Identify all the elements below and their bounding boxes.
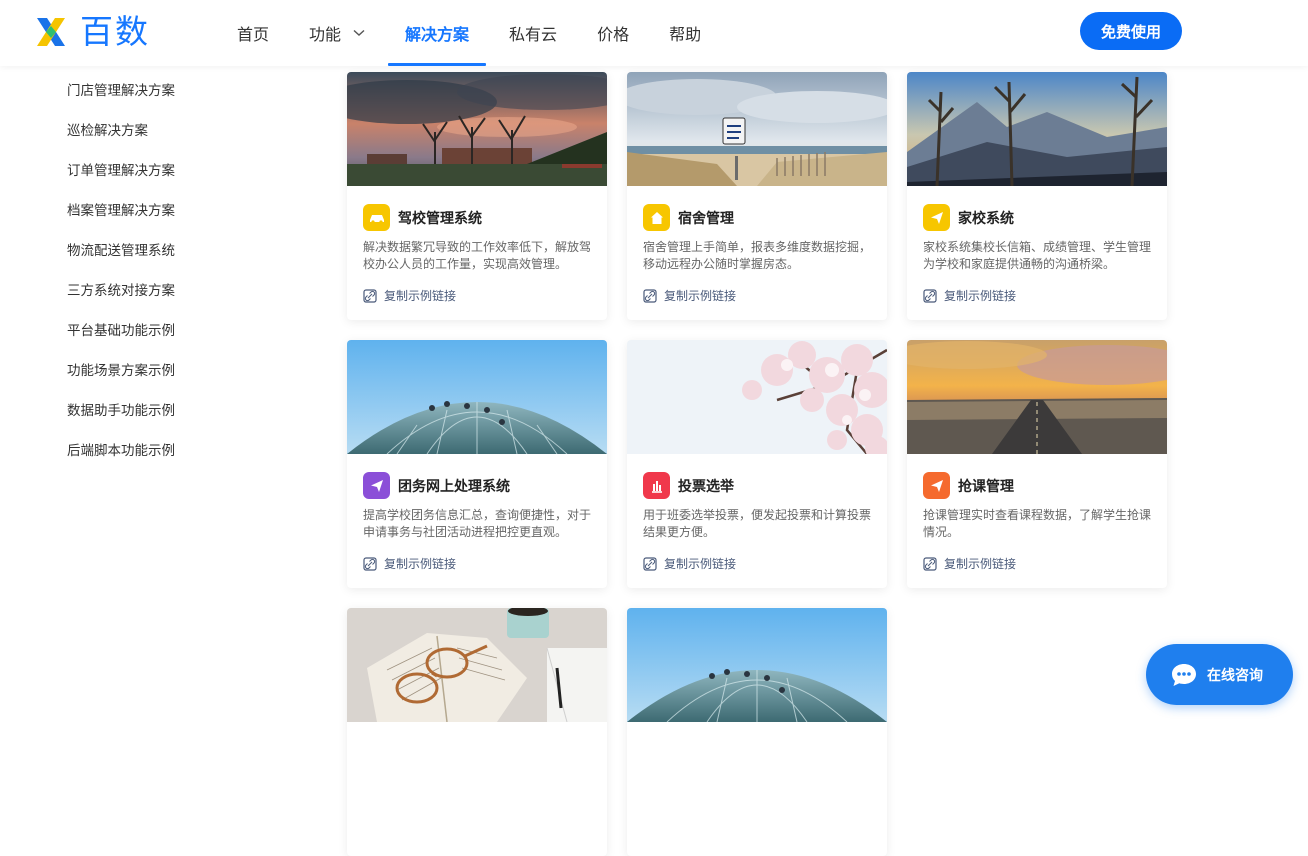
car-icon <box>363 204 390 231</box>
card-description: 家校系统集校长信箱、成绩管理、学生管理为学校和家庭提供通畅的沟通桥梁。 <box>923 240 1152 271</box>
card-image-book-glasses <box>347 608 607 722</box>
nav-pricing-label: 价格 <box>597 25 630 44</box>
solution-card[interactable]: 家校系统 家校系统集校长信箱、成绩管理、学生管理为学校和家庭提供通畅的沟通桥梁。… <box>907 72 1167 320</box>
card-title: 驾校管理系统 <box>398 210 482 227</box>
nav-solutions-label: 解决方案 <box>405 25 470 44</box>
card-description: 解决数据繁冗导致的工作效率低下，解放驾校办公人员的工作量，实现高效管理。 <box>363 240 592 271</box>
main-nav: 首页 功能 解决方案 私有云 价格 帮助 <box>220 0 724 66</box>
sidebar-item-platform-basics[interactable]: 平台基础功能示例 <box>67 321 175 341</box>
link-icon <box>643 556 657 571</box>
link-icon <box>923 288 937 303</box>
copy-link-label: 复制示例链接 <box>384 289 457 303</box>
solution-card[interactable] <box>347 608 607 856</box>
solution-card[interactable]: 宿舍管理 宿舍管理上手简单，报表多维度数据挖掘，移动远程办公随时掌握房态。 复制… <box>627 72 887 320</box>
sidebar-item-scenarios[interactable]: 功能场景方案示例 <box>67 361 175 381</box>
link-icon <box>363 556 377 571</box>
card-image-beach-sign <box>627 72 887 186</box>
copy-link-label: 复制示例链接 <box>944 289 1017 303</box>
logo[interactable]: 百数 <box>34 14 150 50</box>
logo-text: 百数 <box>80 12 150 51</box>
card-title-row: 家校系统 <box>923 204 1014 231</box>
nav-help-label: 帮助 <box>669 25 702 44</box>
solution-card[interactable]: 团务网上处理系统 提高学校团务信息汇总，查询便捷性，对于申请事务与社团活动进程把… <box>347 340 607 588</box>
card-description: 用于班委选举投票，便发起投票和计算投票结果更方便。 <box>643 508 872 539</box>
copy-link-button[interactable]: 复制示例链接 <box>363 287 456 304</box>
card-title-row: 投票选举 <box>643 472 734 499</box>
chevron-down-icon <box>353 29 365 36</box>
online-consult-button[interactable]: 在线咨询 <box>1146 644 1293 705</box>
card-description: 提高学校团务信息汇总，查询便捷性，对于申请事务与社团活动进程把控更直观。 <box>363 508 592 539</box>
solution-card[interactable]: 投票选举 用于班委选举投票，便发起投票和计算投票结果更方便。 复制示例链接 <box>627 340 887 588</box>
copy-link-label: 复制示例链接 <box>664 289 737 303</box>
card-image-mountain-trees <box>907 72 1167 186</box>
solutions-sidebar: 门店管理解决方案 巡检解决方案 订单管理解决方案 档案管理解决方案 物流配送管理… <box>0 66 300 725</box>
copy-link-button[interactable]: 复制示例链接 <box>363 555 456 572</box>
card-image-glass-dome <box>347 340 607 454</box>
card-title-row: 宿舍管理 <box>643 204 734 231</box>
consult-label: 在线咨询 <box>1207 667 1263 684</box>
sidebar-item-archives[interactable]: 档案管理解决方案 <box>67 201 175 221</box>
card-title: 抢课管理 <box>958 478 1014 495</box>
copy-link-label: 复制示例链接 <box>944 557 1017 571</box>
nav-features[interactable]: 功能 <box>292 0 382 66</box>
bar-chart-icon <box>643 472 670 499</box>
logo-icon <box>37 18 65 46</box>
nav-private-cloud-label: 私有云 <box>509 25 558 44</box>
copy-link-button[interactable]: 复制示例链接 <box>643 287 736 304</box>
card-image-cherry-blossom <box>627 340 887 454</box>
copy-link-button[interactable]: 复制示例链接 <box>923 287 1016 304</box>
copy-link-label: 复制示例链接 <box>664 557 737 571</box>
nav-home-label: 首页 <box>237 25 270 44</box>
card-title-row: 驾校管理系统 <box>363 204 482 231</box>
send-icon <box>923 204 950 231</box>
sidebar-item-inspection[interactable]: 巡检解决方案 <box>67 121 148 141</box>
nav-solutions[interactable]: 解决方案 <box>388 0 487 66</box>
link-icon <box>923 556 937 571</box>
sidebar-item-store[interactable]: 门店管理解决方案 <box>67 81 175 101</box>
card-title: 宿舍管理 <box>678 210 734 227</box>
solution-card[interactable]: 抢课管理 抢课管理实时查看课程数据，了解学生抢课情况。 复制示例链接 <box>907 340 1167 588</box>
send-icon <box>363 472 390 499</box>
sidebar-item-backend-script[interactable]: 后端脚本功能示例 <box>67 441 175 461</box>
card-image-glass-dome <box>627 608 887 722</box>
card-title-row: 团务网上处理系统 <box>363 472 510 499</box>
card-title-row: 抢课管理 <box>923 472 1014 499</box>
card-title: 团务网上处理系统 <box>398 478 510 495</box>
link-icon <box>363 288 377 303</box>
nav-home[interactable]: 首页 <box>220 0 286 66</box>
card-image-stormy-farm <box>347 72 607 186</box>
solution-card[interactable]: 驾校管理系统 解决数据繁冗导致的工作效率低下，解放驾校办公人员的工作量，实现高效… <box>347 72 607 320</box>
card-image-sunset-road <box>907 340 1167 454</box>
nav-private-cloud[interactable]: 私有云 <box>492 0 574 66</box>
card-description: 宿舍管理上手简单，报表多维度数据挖掘，移动远程办公随时掌握房态。 <box>643 240 872 271</box>
send-icon <box>923 472 950 499</box>
sidebar-item-data-assistant[interactable]: 数据助手功能示例 <box>67 401 175 421</box>
chat-bubble-icon <box>1172 663 1196 686</box>
top-header: 百数 首页 功能 解决方案 私有云 价格 帮助 免费使用 <box>0 0 1308 66</box>
sidebar-item-third-party[interactable]: 三方系统对接方案 <box>67 281 175 301</box>
free-use-button[interactable]: 免费使用 <box>1080 12 1182 50</box>
card-description: 抢课管理实时查看课程数据，了解学生抢课情况。 <box>923 508 1152 539</box>
nav-pricing[interactable]: 价格 <box>580 0 646 66</box>
copy-link-label: 复制示例链接 <box>384 557 457 571</box>
card-title: 家校系统 <box>958 210 1014 227</box>
sidebar-item-logistics[interactable]: 物流配送管理系统 <box>67 241 175 261</box>
nav-help[interactable]: 帮助 <box>652 0 718 66</box>
home-icon <box>643 204 670 231</box>
card-title: 投票选举 <box>678 478 734 495</box>
link-icon <box>643 288 657 303</box>
nav-features-label: 功能 <box>309 25 342 44</box>
sidebar-item-orders[interactable]: 订单管理解决方案 <box>67 161 175 181</box>
copy-link-button[interactable]: 复制示例链接 <box>643 555 736 572</box>
copy-link-button[interactable]: 复制示例链接 <box>923 555 1016 572</box>
solution-card[interactable] <box>627 608 887 856</box>
